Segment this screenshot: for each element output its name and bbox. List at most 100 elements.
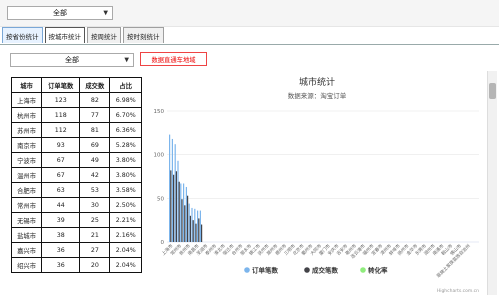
col-orders: 订单笔数: [41, 77, 81, 93]
city-table: 城市 订单笔数 成交数 占比 上海市 123 82 6.98% 杭州市 118 77 6.70…: [10, 77, 142, 273]
tab-by-hour[interactable]: 按时刻统计: [123, 27, 164, 43]
legend-item[interactable]: 转化率: [360, 266, 388, 275]
table-row: 南京市 93 69 5.28%: [10, 137, 142, 153]
cell-orders: 112: [41, 122, 81, 138]
table-body: 上海市 123 82 6.98% 杭州市 118 77 6.70% 苏州市 112 81 6.36% 南…: [10, 92, 142, 273]
top-filter-select[interactable]: 全部 ▼: [7, 6, 113, 20]
cell-deals: 42: [79, 167, 111, 183]
tab-label: 按时刻统计: [127, 32, 160, 41]
city-filter-select[interactable]: 全部 ▼: [10, 53, 134, 67]
tab-bar: 按省份统计 按城市统计 按周统计 按时刻统计: [2, 27, 164, 43]
cell-share: 2.21%: [109, 212, 142, 228]
tab-label: 按城市统计: [48, 32, 82, 41]
cell-share: 3.80%: [109, 167, 142, 183]
bar: [192, 220, 194, 242]
data-express-region-button[interactable]: 数据直通车地域: [140, 52, 207, 66]
cell-share: 5.28%: [109, 137, 142, 153]
cell-deals: 53: [79, 182, 111, 198]
y-tick-label: 150: [154, 109, 165, 115]
legend-marker: [244, 267, 250, 273]
cell-city: 合肥市: [10, 182, 43, 198]
table-row: 无锡市 39 25 2.21%: [10, 212, 142, 228]
cell-share: 6.36%: [109, 122, 142, 138]
cell-share: 2.04%: [109, 242, 142, 258]
table-row: 盐城市 38 21 2.16%: [10, 227, 142, 243]
col-deals: 成交数: [79, 77, 111, 93]
cell-city: 上海市: [10, 92, 43, 108]
tab-by-city[interactable]: 按城市统计: [44, 27, 85, 43]
cell-share: 3.58%: [109, 182, 142, 198]
cell-city: 无锡市: [10, 212, 43, 228]
chart-legend[interactable]: 订单笔数 成交笔数 转化率: [244, 266, 388, 275]
scrollbar-thumb[interactable]: [489, 83, 496, 99]
bar: [191, 207, 193, 242]
bar: [173, 174, 175, 242]
bar: [201, 224, 203, 242]
bar: [177, 160, 179, 242]
cell-orders: 36: [41, 257, 81, 273]
city-filter-value: 全部: [65, 56, 79, 64]
chart-credits[interactable]: Highcharts.com.cn: [437, 288, 479, 294]
cell-orders: 118: [41, 107, 81, 123]
cell-deals: 27: [79, 242, 111, 258]
cell-orders: 38: [41, 227, 81, 243]
bar: [175, 171, 177, 242]
y-tick-label: 100: [154, 153, 165, 159]
table-row: 杭州市 118 77 6.70%: [10, 107, 142, 123]
bar: [181, 199, 183, 242]
cell-city: 盐城市: [10, 227, 43, 243]
cell-orders: 123: [41, 92, 81, 108]
table-header-row: 城市 订单笔数 成交数 占比: [10, 77, 142, 93]
cell-share: 2.16%: [109, 227, 142, 243]
bar: [189, 215, 191, 242]
table-row: 常州市 44 30 2.50%: [10, 197, 142, 213]
legend-item[interactable]: 订单笔数: [244, 266, 279, 275]
bar: [195, 223, 197, 242]
button-label: 数据直通车地域: [151, 56, 196, 64]
chart-grid: 0 50 100 150: [154, 109, 479, 246]
bar: [180, 183, 182, 242]
tab-label: 按省份统计: [6, 32, 39, 41]
cell-orders: 39: [41, 212, 81, 228]
cell-share: 6.98%: [109, 92, 142, 108]
chart-bars: [169, 134, 203, 242]
cell-share: 3.80%: [109, 152, 142, 168]
cell-orders: 36: [41, 242, 81, 258]
chevron-down-icon: ▼: [103, 9, 108, 17]
chart-title: 城市统计: [299, 76, 335, 88]
cell-city: 苏州市: [10, 122, 43, 138]
cell-deals: 69: [79, 137, 111, 153]
bar: [197, 210, 199, 242]
bar: [199, 210, 201, 242]
cell-orders: 63: [41, 182, 81, 198]
table-row: 苏州市 112 81 6.36%: [10, 122, 142, 138]
chart-subtitle: 数据来源：淘宝订单: [288, 91, 347, 100]
chart-svg: 城市统计 数据来源：淘宝订单 050100150 上海市常州市徐州市南昌市芜湖市…: [154, 76, 480, 294]
cell-city: 南京市: [10, 137, 43, 153]
cell-city: 嘉兴市: [10, 242, 43, 258]
bar: [184, 205, 186, 242]
cell-deals: 20: [79, 257, 111, 273]
legend-label: 订单笔数: [252, 266, 279, 275]
cell-share: 6.70%: [109, 107, 142, 123]
cell-city: 常州市: [10, 197, 43, 213]
legend-label: 成交笔数: [312, 266, 339, 275]
table-row: 合肥市 63 53 3.58%: [10, 182, 142, 198]
cell-city: 杭州市: [10, 107, 43, 123]
legend-item[interactable]: 成交笔数: [304, 266, 339, 275]
cell-orders: 67: [41, 167, 81, 183]
tab-by-week[interactable]: 按周统计: [87, 27, 121, 43]
col-city: 城市: [10, 77, 43, 93]
col-share: 占比: [109, 77, 142, 93]
city-stats-panel: 全部 ▼ 数据直通车地域 城市 订单笔数 成交数 占比 上海市 123 82 6.98…: [0, 44, 499, 298]
table-row: 嘉兴市 36 27 2.04%: [10, 242, 142, 258]
bar: [171, 138, 173, 242]
tab-by-province[interactable]: 按省份统计: [2, 27, 43, 43]
cell-deals: 49: [79, 152, 111, 168]
legend-label: 转化率: [368, 266, 388, 275]
top-filter-value: 全部: [53, 9, 67, 17]
legend-marker: [304, 267, 310, 273]
cell-deals: 81: [79, 122, 111, 138]
vertical-scrollbar[interactable]: [487, 71, 497, 295]
y-tick-label: 50: [157, 196, 164, 202]
